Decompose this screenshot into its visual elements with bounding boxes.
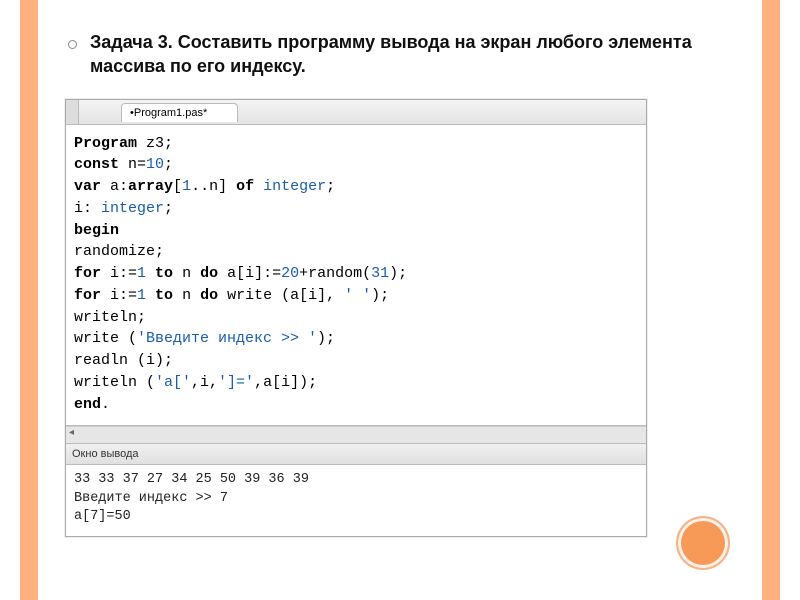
kw-var: var [74,178,101,195]
code-string: 'a[' [155,374,191,391]
code-text: ; [164,156,173,173]
slide-border-left [20,0,38,600]
code-text: ); [371,287,389,304]
kw-const: const [74,156,119,173]
code-text: ); [389,265,407,282]
task-heading: Задача 3. Составить программу вывода на … [90,30,740,79]
code-text: [ [173,178,182,195]
code-text: writeln; [74,309,146,326]
code-text: ; [326,178,335,195]
horizontal-scrollbar[interactable] [66,426,646,444]
kw-do: do [200,265,218,282]
slide-border-right [762,0,780,600]
kw-for: for [74,265,101,282]
file-tab[interactable]: •Program1.pas* [121,103,238,122]
ide-window: •Program1.pas* Program z3; const n=10; v… [65,99,647,537]
code-text: n= [119,156,146,173]
code-text: i: [74,200,101,217]
code-text [254,178,263,195]
output-title-label: Окно вывода [72,448,139,460]
tab-gutter [66,100,79,124]
kw-array: array [128,178,173,195]
tab-bar: •Program1.pas* [66,100,646,125]
code-editor[interactable]: Program z3; const n=10; var a:array[1..n… [66,125,646,427]
code-text: a: [101,178,128,195]
code-number: 10 [146,156,164,173]
kw-to: to [146,287,173,304]
code-string: ' ' [344,287,371,304]
type-integer: integer [101,200,164,217]
code-text: readln (i); [74,352,173,369]
code-text: write (a[i], [218,287,344,304]
output-line: Введите индекс >> 7 [74,490,638,508]
code-text: ); [317,330,335,347]
code-text: ,a[i]); [254,374,317,391]
kw-to: to [146,265,173,282]
task-text: Составить программу вывода на экран любо… [90,32,692,76]
code-text: ..n] [191,178,236,195]
code-text: +random( [299,265,371,282]
output-panel: 33 33 37 27 34 25 50 39 36 39 Введите ин… [66,465,646,536]
code-text: i:= [101,287,137,304]
kw-program: Program [74,135,137,152]
code-number: 1 [137,287,146,304]
kw-for: for [74,287,101,304]
code-number: 1 [137,265,146,282]
output-line: 33 33 37 27 34 25 50 39 36 39 [74,471,638,489]
code-number: 1 [182,178,191,195]
code-text: write ( [74,330,137,347]
kw-do: do [200,287,218,304]
code-text: a[i]:= [218,265,281,282]
output-panel-title: Окно вывода [66,444,646,465]
code-text: writeln ( [74,374,155,391]
kw-of: of [236,178,254,195]
code-text: z3; [137,135,173,152]
slide-circle-decoration [676,516,730,570]
code-string: ']=' [218,374,254,391]
code-text: . [101,396,110,413]
bullet-icon [68,40,77,49]
code-text: n [173,287,200,304]
kw-end: end [74,396,101,413]
code-text: ,i, [191,374,218,391]
code-text: ; [164,200,173,217]
code-string: 'Введите индекс >> ' [137,330,317,347]
code-text: i:= [101,265,137,282]
code-number: 20 [281,265,299,282]
code-text: randomize; [74,243,164,260]
code-number: 31 [371,265,389,282]
type-integer: integer [263,178,326,195]
task-number: Задача 3. [90,32,173,52]
kw-begin: begin [74,222,119,239]
code-text: n [173,265,200,282]
output-line: a[7]=50 [74,508,638,526]
file-tab-label: •Program1.pas* [130,107,207,119]
